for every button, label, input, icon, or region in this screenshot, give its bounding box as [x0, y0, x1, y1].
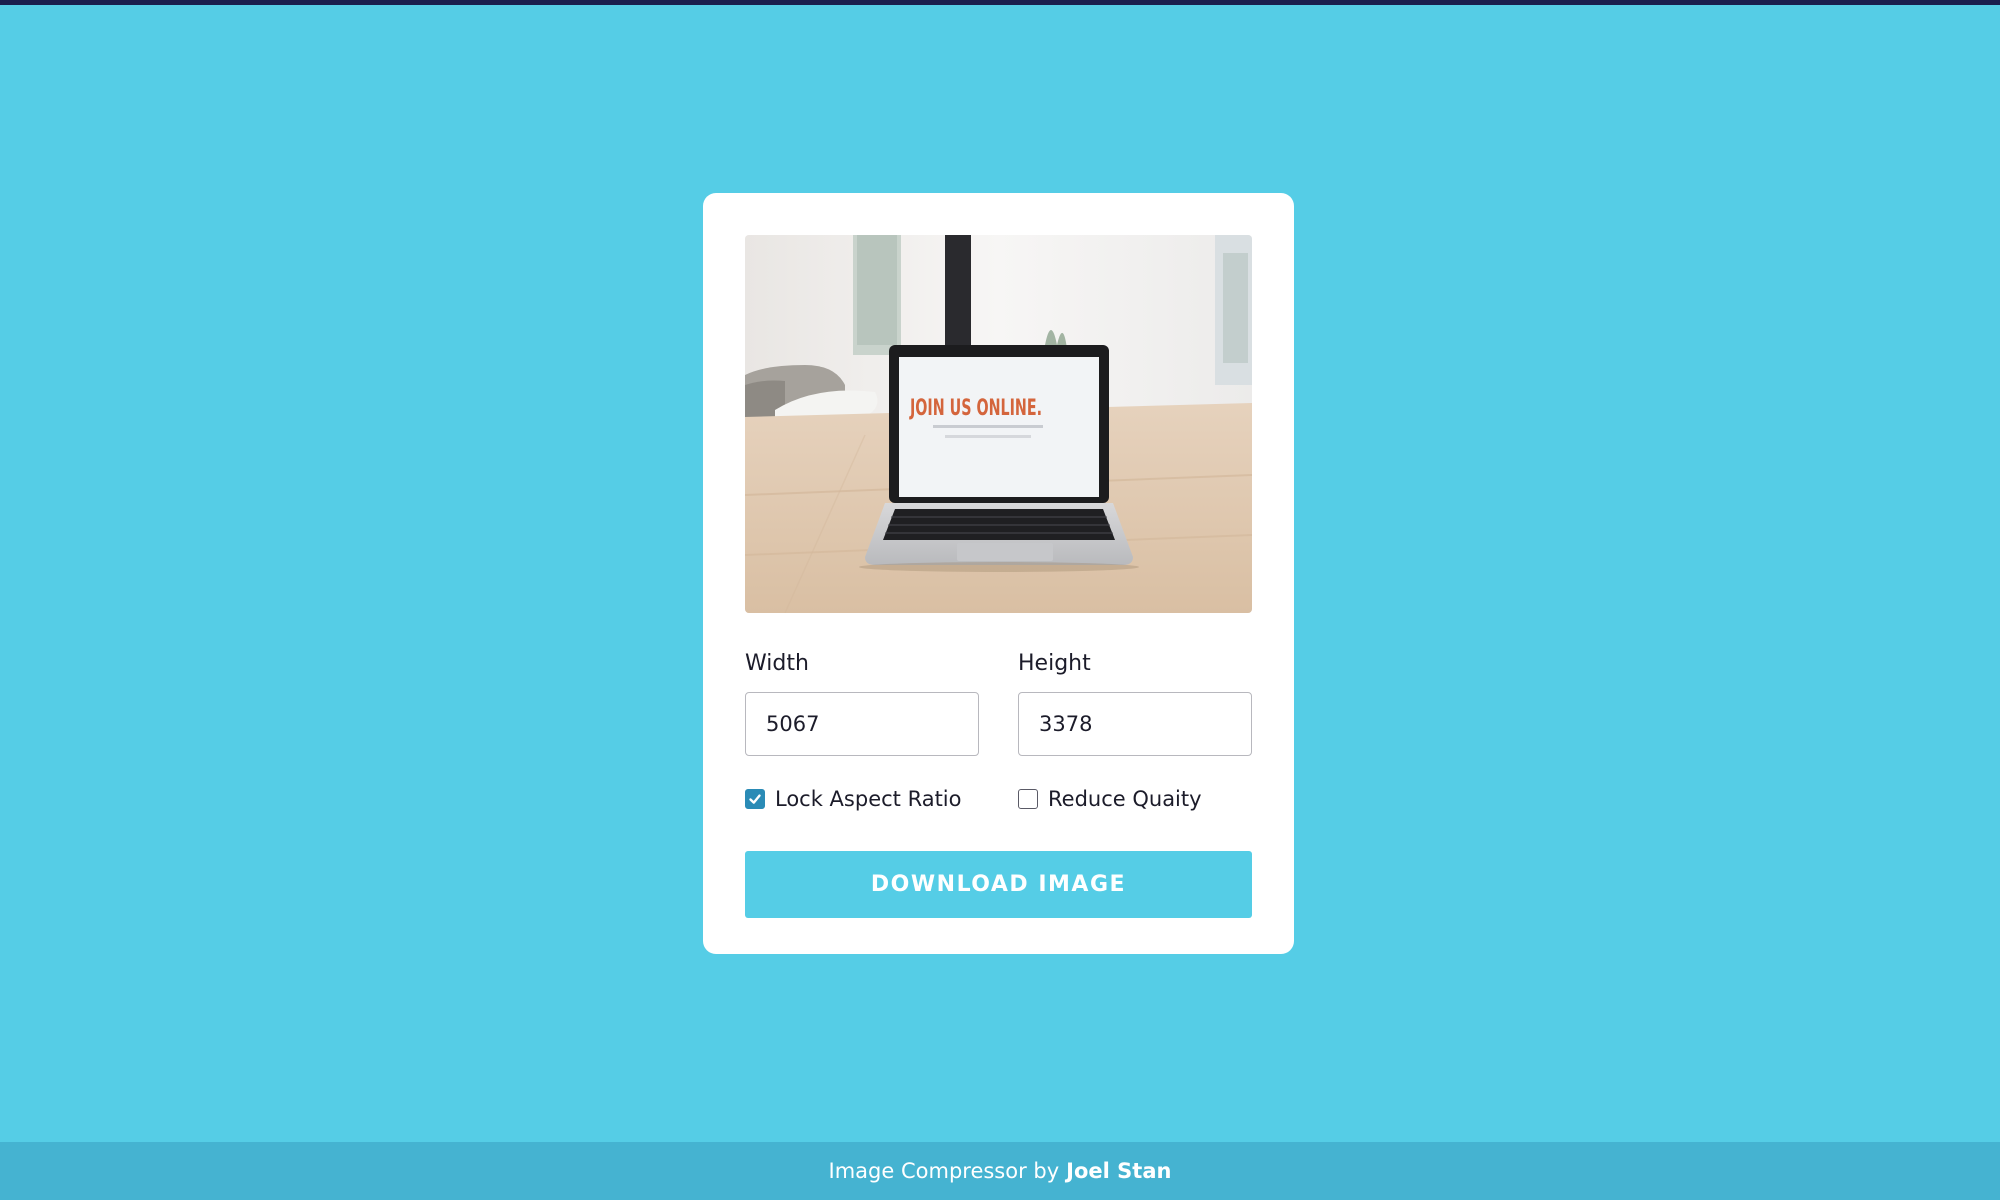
image-compressor-card: JOIN US ONLINE. Width Height	[703, 193, 1294, 954]
lock-aspect-label: Lock Aspect Ratio	[775, 787, 962, 811]
lock-aspect-option[interactable]: Lock Aspect Ratio	[745, 785, 962, 813]
image-preview: JOIN US ONLINE.	[745, 235, 1252, 613]
footer-text: Image Compressor by	[828, 1159, 1060, 1183]
preview-photo: JOIN US ONLINE.	[745, 235, 1252, 613]
width-label: Width	[745, 651, 809, 676]
footer-author: Joel Stan	[1066, 1159, 1172, 1183]
height-label: Height	[1018, 651, 1091, 676]
lock-aspect-checkbox[interactable]	[745, 789, 765, 809]
top-edge-bar	[0, 0, 2000, 5]
footer: Image Compressor by Joel Stan	[0, 1142, 2000, 1200]
reduce-quality-checkbox[interactable]	[1018, 789, 1038, 809]
preview-screen-text: JOIN US ONLINE.	[909, 396, 1042, 421]
checkmark-icon	[749, 794, 761, 804]
width-input[interactable]	[745, 692, 979, 756]
height-input[interactable]	[1018, 692, 1252, 756]
download-image-button[interactable]: DOWNLOAD IMAGE	[745, 851, 1252, 918]
reduce-quality-option[interactable]: Reduce Quaity	[1018, 785, 1202, 813]
reduce-quality-label: Reduce Quaity	[1048, 787, 1202, 811]
